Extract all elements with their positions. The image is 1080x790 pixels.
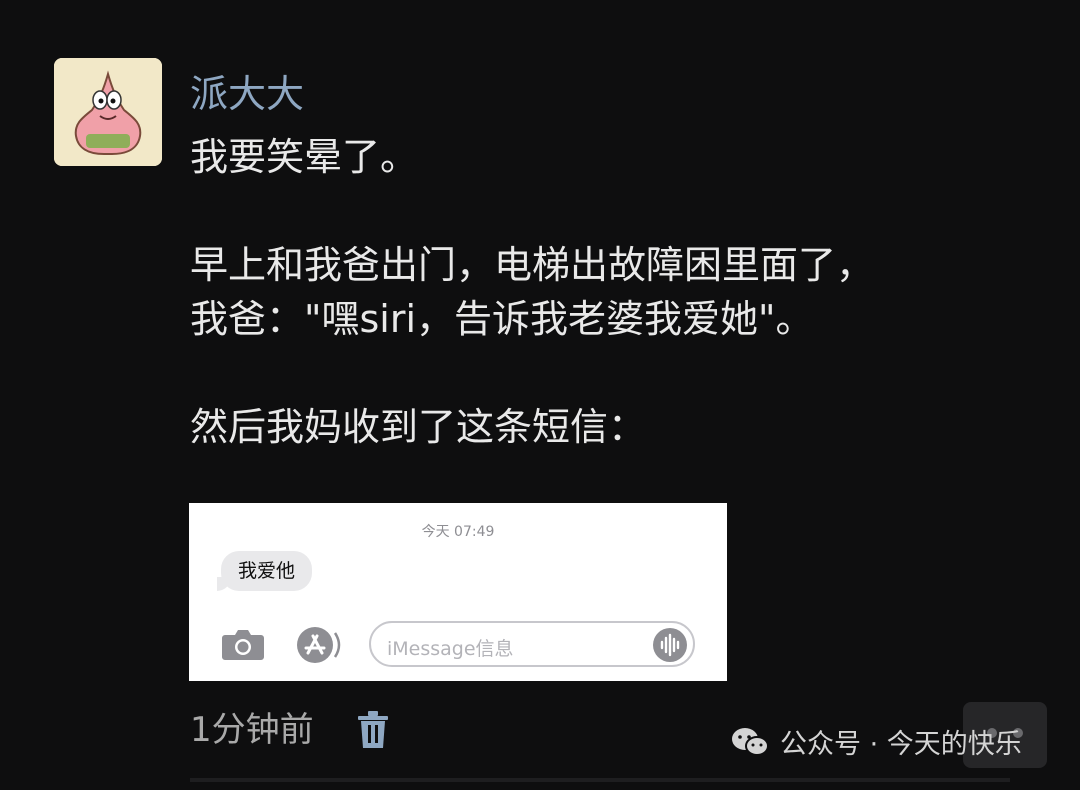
attached-screenshot[interactable]: 今天 07:49 我爱他 iMessage信息 <box>189 503 727 681</box>
post-time: 1分钟前 <box>190 710 314 750</box>
trash-icon[interactable] <box>356 710 390 750</box>
patrick-star-avatar-icon <box>54 58 162 166</box>
audio-waveform-icon <box>660 633 680 657</box>
username[interactable]: 派大大 <box>190 70 304 118</box>
message-bubble: 我爱他 <box>216 551 313 591</box>
post-line: 我要笑晕了。 <box>190 135 419 179</box>
watermark: 公众号 · 今天的快乐 <box>730 722 1022 761</box>
post-line: 然后我妈收到了这条短信： <box>190 405 647 449</box>
user-avatar[interactable] <box>54 58 162 166</box>
app-store-icon <box>297 627 341 663</box>
post-body: 我要笑晕了。 早上和我爸出门，电梯出故障困里面了， 我爸："嘿siri，告诉我老… <box>190 130 1050 454</box>
wechat-icon <box>732 727 769 756</box>
imessage-input[interactable]: iMessage信息 <box>369 621 695 667</box>
camera-icon <box>222 630 264 660</box>
divider <box>190 778 1010 782</box>
imessage-placeholder: iMessage信息 <box>387 638 514 660</box>
post-line: 早上和我爸出门，电梯出故障困里面了， <box>190 243 875 287</box>
message-text: 我爱他 <box>238 560 296 582</box>
message-timestamp: 今天 07:49 <box>421 524 495 540</box>
watermark-text: 公众号 · 今天的快乐 <box>780 729 1022 760</box>
post-line: 我爸："嘿siri，告诉我老婆我爱她"。 <box>190 297 814 341</box>
audio-waveform-button[interactable] <box>653 628 687 662</box>
